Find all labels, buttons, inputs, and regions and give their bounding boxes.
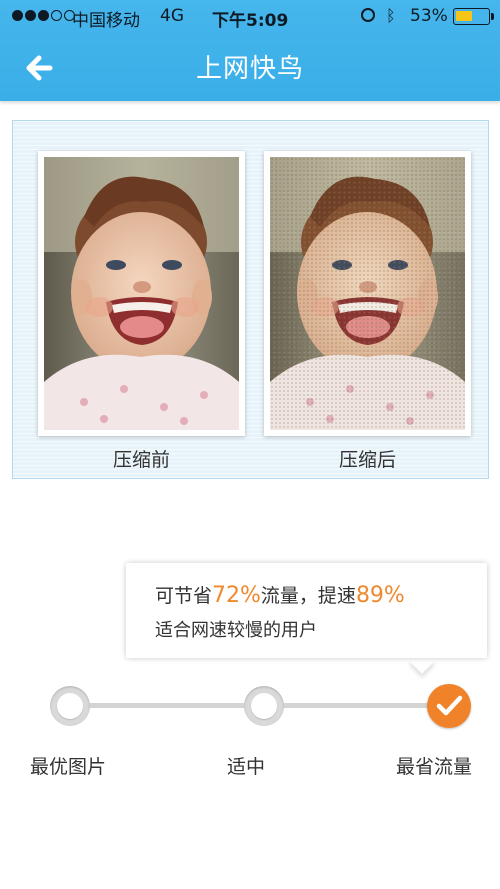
app-screen: 中国移动 4G 下午5:09 ᛒ 53% 上网快鸟 压缩前 压缩后 可节省72%…: [0, 0, 500, 889]
option-moderate-label[interactable]: 适中: [227, 752, 265, 779]
before-compression-photo: [38, 151, 245, 436]
compression-comparison-panel: 压缩前 压缩后: [12, 120, 489, 479]
savings-middle-text: 流量，提速: [260, 585, 356, 607]
navigation-bar: 中国移动 4G 下午5:09 ᛒ 53% 上网快鸟: [0, 0, 500, 101]
option-save-data-radio[interactable]: [427, 684, 471, 728]
speedup-value: 89%: [355, 583, 405, 608]
savings-summary: 可节省72%流量，提速89%: [155, 581, 405, 608]
battery-percentage: 53%: [410, 6, 448, 26]
baby-photo-before: [44, 157, 239, 430]
after-compression-photo: [264, 151, 471, 436]
alarm-icon: [361, 8, 375, 22]
option-best-image-label[interactable]: 最优图片: [30, 752, 106, 779]
carrier-name: 中国移动: [72, 11, 140, 31]
savings-prefix: 可节省: [155, 585, 213, 607]
battery-tip: [491, 13, 494, 20]
before-compression-label: 压缩前: [112, 449, 170, 471]
compression-noise-overlay: [270, 157, 465, 430]
network-type: 4G: [160, 6, 184, 26]
checkmark-icon: [436, 695, 463, 716]
option-save-data-label[interactable]: 最省流量: [396, 752, 472, 779]
traffic-saving-value: 72%: [212, 583, 261, 608]
option-best-image-radio[interactable]: [50, 686, 90, 726]
status-time: 下午5:09: [212, 11, 289, 31]
after-compression-label: 压缩后: [338, 449, 396, 471]
page-title: 上网快鸟: [195, 54, 304, 84]
bluetooth-icon: ᛒ: [386, 6, 396, 25]
option-moderate-radio[interactable]: [244, 686, 284, 726]
savings-description: 适合网速较慢的用户: [155, 620, 317, 641]
status-bar: 中国移动 4G 下午5:09 ᛒ 53%: [0, 0, 500, 36]
signal-strength-icon: [12, 10, 75, 21]
battery-icon: [453, 8, 490, 25]
battery-level-fill: [456, 11, 472, 21]
